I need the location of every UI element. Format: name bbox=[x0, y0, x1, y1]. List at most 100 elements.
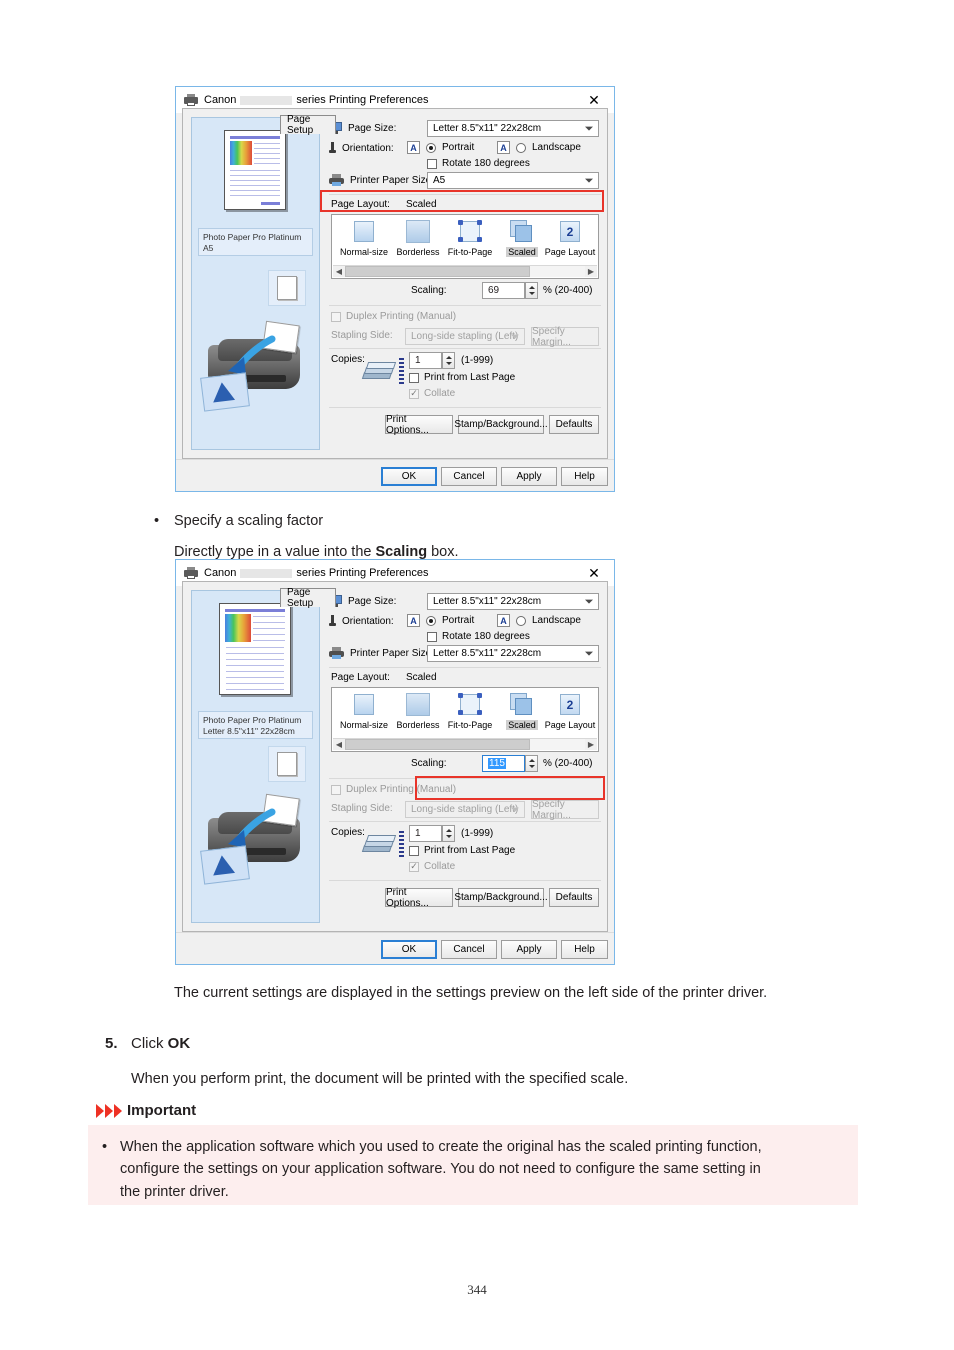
page-layout-selector[interactable]: Normal-size Borderless Fit-to-Page Scale… bbox=[331, 687, 599, 752]
stepper-up-icon[interactable] bbox=[445, 356, 452, 359]
copies-stepper[interactable] bbox=[442, 825, 455, 842]
portrait-radio[interactable] bbox=[426, 142, 436, 153]
scaled-icon bbox=[509, 220, 535, 244]
orientation-landscape-option[interactable]: A Landscape bbox=[497, 141, 581, 154]
apply-button[interactable]: Apply bbox=[501, 467, 557, 486]
layout-option-fit-to-page[interactable]: Fit-to-Page bbox=[440, 693, 500, 730]
scaling-input[interactable]: 69 bbox=[482, 282, 525, 299]
help-button[interactable]: Help bbox=[561, 467, 608, 486]
specify-margin-button[interactable]: Specify Margin... bbox=[531, 326, 599, 348]
tab-page-setup[interactable]: Page Setup bbox=[280, 114, 336, 136]
collate-checkbox[interactable]: ✓ bbox=[409, 861, 419, 872]
rotate-180-checkbox[interactable] bbox=[427, 631, 437, 642]
landscape-radio[interactable] bbox=[516, 142, 526, 153]
page-size-combobox[interactable]: Letter 8.5"x11" 22x28cm bbox=[427, 120, 599, 137]
stamp-background-button[interactable]: Stamp/Background... bbox=[454, 415, 548, 434]
stepper-up-icon[interactable] bbox=[528, 759, 535, 762]
scrollbar-thumb[interactable] bbox=[345, 266, 530, 277]
collate-checkbox[interactable]: ✓ bbox=[409, 388, 419, 399]
layout-scrollbar[interactable]: ◀ ▶ bbox=[333, 265, 597, 277]
printer-paper-size-combobox[interactable]: Letter 8.5"x11" 22x28cm bbox=[427, 645, 599, 662]
scroll-left-icon[interactable]: ◀ bbox=[333, 739, 345, 751]
orientation-portrait-option[interactable]: A Portrait bbox=[407, 614, 474, 627]
orientation-landscape-option[interactable]: A Landscape bbox=[497, 614, 581, 627]
duplex-row[interactable]: Duplex Printing (Manual) bbox=[331, 784, 456, 795]
stepper-down-icon[interactable] bbox=[445, 362, 452, 365]
page-layout-selector[interactable]: Normal-size Borderless Fit-to-Page Scale… bbox=[331, 214, 599, 279]
portrait-radio[interactable] bbox=[426, 615, 436, 626]
para1-bold: Scaling bbox=[375, 544, 428, 560]
layout-option-normal-size[interactable]: Normal-size bbox=[334, 693, 394, 730]
scrollbar-track[interactable] bbox=[345, 739, 585, 750]
cancel-button[interactable]: Cancel bbox=[441, 467, 497, 486]
printer-paper-size-combobox[interactable]: A5 bbox=[427, 172, 599, 189]
copies-input[interactable]: 1 bbox=[409, 825, 442, 842]
collate-row[interactable]: ✓ Collate bbox=[409, 388, 455, 399]
ok-button[interactable]: OK bbox=[381, 467, 437, 486]
stepper-down-icon[interactable] bbox=[445, 835, 452, 838]
chevron-down-icon bbox=[585, 178, 593, 183]
scroll-right-icon[interactable]: ▶ bbox=[585, 266, 597, 278]
rotate-180-row[interactable]: Rotate 180 degrees bbox=[427, 631, 530, 642]
layout-scrollbar[interactable]: ◀ ▶ bbox=[333, 738, 597, 750]
preview-printer-illustration bbox=[200, 320, 312, 415]
scroll-left-icon[interactable]: ◀ bbox=[333, 266, 345, 278]
layout-option-fit-to-page[interactable]: Fit-to-Page bbox=[440, 220, 500, 257]
copies-value: 1 bbox=[415, 355, 421, 366]
layout-option-borderless[interactable]: Borderless bbox=[388, 693, 448, 730]
apply-button[interactable]: Apply bbox=[501, 940, 557, 959]
duplex-checkbox[interactable] bbox=[331, 784, 341, 795]
ok-button[interactable]: OK bbox=[381, 940, 437, 959]
printing-preferences-dialog-bottom[interactable]: Canon series Printing Preferences ✕ Quic… bbox=[175, 559, 615, 965]
settings-preview: Photo Paper Pro Platinum A5 bbox=[191, 117, 320, 450]
scrollbar-track[interactable] bbox=[345, 266, 585, 277]
duplex-row[interactable]: Duplex Printing (Manual) bbox=[331, 311, 456, 322]
stepper-down-icon[interactable] bbox=[528, 765, 535, 768]
print-options-button[interactable]: Print Options... bbox=[385, 414, 453, 436]
stepper-down-icon[interactable] bbox=[528, 292, 535, 295]
print-from-last-page-row[interactable]: Print from Last Page bbox=[409, 372, 515, 383]
scaling-input[interactable]: 115 bbox=[482, 755, 525, 772]
print-from-last-page-row[interactable]: Print from Last Page bbox=[409, 845, 515, 856]
orientation-row: Orientation: bbox=[329, 615, 394, 627]
layout-option-normal-size[interactable]: Normal-size bbox=[334, 220, 394, 257]
rotate-180-row[interactable]: Rotate 180 degrees bbox=[427, 158, 530, 169]
orientation-portrait-option[interactable]: A Portrait bbox=[407, 141, 474, 154]
scaling-stepper[interactable] bbox=[525, 755, 538, 772]
stepper-up-icon[interactable] bbox=[528, 286, 535, 289]
preview-media-type: Photo Paper Pro Platinum bbox=[203, 232, 302, 242]
layout-option-page-layout[interactable]: 2 Page Layout bbox=[540, 220, 600, 257]
landscape-radio[interactable] bbox=[516, 615, 526, 626]
copies-stepper[interactable] bbox=[442, 352, 455, 369]
specify-margin-button[interactable]: Specify Margin... bbox=[531, 799, 599, 821]
rotate-180-checkbox[interactable] bbox=[427, 158, 437, 169]
tab-page-setup[interactable]: Page Setup bbox=[280, 587, 336, 609]
page-layout-icon: 2 bbox=[557, 220, 583, 244]
print-from-last-page-checkbox[interactable] bbox=[409, 845, 419, 856]
collate-row[interactable]: ✓ Collate bbox=[409, 861, 455, 872]
print-from-last-page-checkbox[interactable] bbox=[409, 372, 419, 383]
page-size-value: Letter 8.5"x11" 22x28cm bbox=[433, 596, 542, 607]
print-options-button[interactable]: Print Options... bbox=[385, 887, 453, 909]
layout-option-page-layout[interactable]: 2 Page Layout bbox=[540, 693, 600, 730]
chevron-down-icon bbox=[511, 334, 519, 339]
stapling-side-combobox[interactable]: Long-side stapling (Left) bbox=[405, 328, 525, 345]
cancel-button[interactable]: Cancel bbox=[441, 940, 497, 959]
scaling-stepper[interactable] bbox=[525, 282, 538, 299]
defaults-button[interactable]: Defaults bbox=[549, 888, 599, 907]
copies-input[interactable]: 1 bbox=[409, 352, 442, 369]
defaults-button[interactable]: Defaults bbox=[549, 415, 599, 434]
stapling-side-combobox[interactable]: Long-side stapling (Left) bbox=[405, 801, 525, 818]
duplex-checkbox[interactable] bbox=[331, 311, 341, 322]
printing-preferences-dialog-top[interactable]: Canon series Printing Preferences ✕ Quic… bbox=[175, 86, 615, 492]
scrollbar-thumb[interactable] bbox=[345, 739, 530, 750]
stepper-up-icon[interactable] bbox=[445, 829, 452, 832]
stamp-background-button[interactable]: Stamp/Background... bbox=[454, 888, 548, 907]
dialog-footer: OK Cancel Apply Help bbox=[176, 932, 614, 964]
scaling-range-row: % (20-400) bbox=[543, 285, 592, 296]
layout-option-borderless[interactable]: Borderless bbox=[388, 220, 448, 257]
help-button[interactable]: Help bbox=[561, 940, 608, 959]
scroll-right-icon[interactable]: ▶ bbox=[585, 739, 597, 751]
page-size-combobox[interactable]: Letter 8.5"x11" 22x28cm bbox=[427, 593, 599, 610]
chevron-down-icon bbox=[585, 126, 593, 131]
